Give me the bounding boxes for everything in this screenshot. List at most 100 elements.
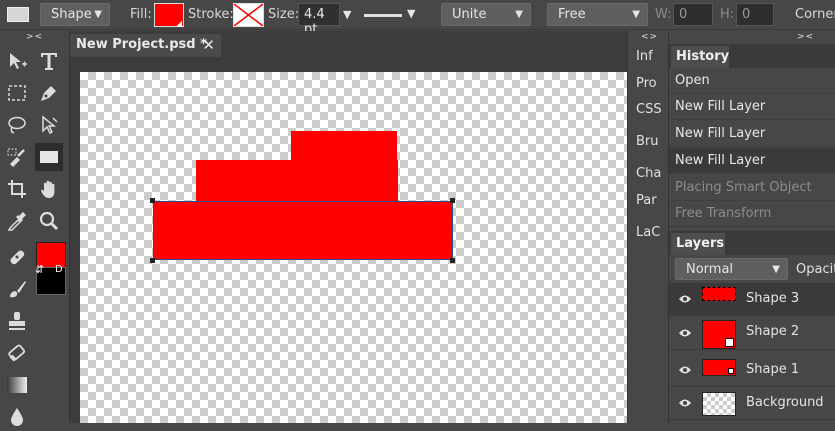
crop-icon: [8, 180, 26, 198]
size-dropdown-icon[interactable]: ▼: [343, 8, 351, 21]
transform-handle[interactable]: [150, 198, 155, 203]
eyedropper-tool[interactable]: [3, 207, 31, 235]
blend-mode-value: Normal: [686, 262, 734, 277]
layer-row-shape-2[interactable]: Shape 2: [669, 317, 835, 350]
history-item[interactable]: Placing Smart Object: [669, 175, 835, 201]
panel-info-button[interactable]: Inf: [636, 49, 653, 64]
blur-tool[interactable]: [3, 403, 31, 431]
type-tool[interactable]: [35, 47, 63, 75]
history-item[interactable]: Open: [669, 68, 835, 94]
swap-colors-icon[interactable]: ⇵: [35, 263, 44, 276]
transform-handle[interactable]: [450, 198, 455, 203]
width-input[interactable]: 0: [673, 3, 713, 26]
chevron-down-icon: ▼: [515, 9, 523, 20]
eye-icon[interactable]: [678, 398, 692, 408]
bandage-icon: [10, 250, 25, 265]
chevron-down-icon: ▼: [632, 9, 640, 20]
pen-tool[interactable]: [35, 79, 63, 107]
height-input[interactable]: 0: [736, 3, 774, 26]
panel-layer-comps-button[interactable]: LaC: [636, 225, 660, 240]
workspace: [70, 57, 627, 423]
stroke-line-preview: [364, 14, 402, 17]
panel-brush-button[interactable]: Bru: [636, 134, 659, 149]
chevron-down-icon: ▼: [407, 7, 416, 20]
panel-css-button[interactable]: CSS: [636, 102, 662, 117]
stroke-style-select[interactable]: ▼: [362, 4, 422, 26]
collapsed-panel-column: <> Inf Pro CSS Bru Cha Par LaC: [627, 31, 669, 423]
history-tab[interactable]: History: [671, 46, 729, 68]
zoom-tool[interactable]: [35, 207, 63, 235]
direct-select-tool[interactable]: [35, 111, 63, 139]
canvas[interactable]: [80, 72, 627, 423]
layer-name: Shape 3: [746, 291, 800, 306]
smart-object-icon: [728, 368, 734, 374]
layers-panel-header: Layers: [669, 231, 835, 255]
brush-icon: [10, 281, 26, 298]
tool-mode-select[interactable]: Shape ▼: [40, 3, 110, 26]
tool-mode-value: Shape: [51, 7, 92, 22]
no-stroke-icon: [234, 4, 263, 26]
brush-tool[interactable]: [3, 275, 31, 303]
close-icon[interactable]: ✕: [202, 36, 215, 54]
combine-mode-select[interactable]: Unite ▼: [441, 3, 531, 26]
transform-handle[interactable]: [450, 258, 455, 263]
blend-mode-select[interactable]: Normal ▼: [675, 258, 788, 280]
size-input[interactable]: 4.4 pt: [298, 3, 340, 37]
lasso-tool[interactable]: [3, 111, 31, 139]
layer-thumbnail: [702, 287, 736, 301]
direct-select-arrow-icon: [42, 115, 58, 135]
chevron-down-icon: ▼: [94, 9, 102, 20]
shape-3-rect[interactable]: [153, 201, 453, 260]
marquee-tool[interactable]: [3, 79, 31, 107]
gradient-icon: [7, 377, 27, 393]
shape-1-rect[interactable]: [196, 160, 398, 202]
right-panel-collapse-toggle[interactable]: ><: [797, 32, 814, 42]
opacity-label: Opacit: [796, 262, 835, 277]
history-item-current[interactable]: New Fill Layer: [669, 148, 835, 174]
history-item[interactable]: New Fill Layer: [669, 121, 835, 147]
transform-handle[interactable]: [150, 258, 155, 263]
move-tool[interactable]: [3, 47, 31, 75]
hand-tool[interactable]: [35, 175, 63, 203]
gradient-tool[interactable]: [3, 371, 31, 399]
history-item[interactable]: New Fill Layer: [669, 94, 835, 120]
constraint-select[interactable]: Free ▼: [547, 3, 648, 26]
eye-icon[interactable]: [678, 328, 692, 338]
healing-tool[interactable]: [3, 243, 31, 271]
layer-name: Background: [746, 395, 824, 410]
document-tab-bar: New Project.psd * ✕: [70, 31, 627, 57]
panel-paragraph-button[interactable]: Par: [636, 193, 657, 208]
lasso-icon: [8, 116, 26, 134]
fill-color-swatch[interactable]: ◢: [154, 3, 184, 28]
panel-expand-toggle[interactable]: <>: [641, 32, 658, 42]
fill-label: Fill:: [130, 7, 152, 22]
layer-row-background[interactable]: Background: [669, 387, 835, 420]
toolbox-collapse-toggle[interactable]: ><: [26, 32, 43, 42]
right-panels: >< History Open New Fill Layer New Fill …: [669, 31, 835, 423]
smart-object-icon: [725, 338, 734, 347]
quick-select-brush-icon: [7, 148, 25, 167]
layers-tab[interactable]: Layers: [671, 233, 725, 255]
eraser-tool[interactable]: [3, 339, 31, 367]
panel-character-button[interactable]: Cha: [636, 166, 661, 181]
clone-stamp-tool[interactable]: [3, 307, 31, 335]
history-item[interactable]: Free Transform: [669, 201, 835, 227]
stroke-color-swatch[interactable]: [233, 3, 264, 27]
eye-icon[interactable]: [678, 294, 692, 304]
history-panel-header: History: [669, 44, 835, 68]
default-colors-icon[interactable]: D: [55, 264, 63, 275]
size-label: Size:: [268, 7, 300, 22]
document-tab[interactable]: New Project.psd * ✕: [70, 34, 221, 57]
height-label: H:: [720, 7, 735, 22]
shape-tool-icon[interactable]: [7, 7, 29, 22]
shape-tool[interactable]: [35, 143, 63, 171]
quick-select-tool[interactable]: [3, 143, 31, 171]
layer-row-shape-1[interactable]: Shape 1: [669, 354, 835, 387]
panel-properties-button[interactable]: Pro: [636, 76, 657, 91]
crop-tool[interactable]: [3, 175, 31, 203]
magnifier-icon: [39, 211, 59, 231]
shape-2-rect[interactable]: [291, 131, 397, 162]
eye-icon[interactable]: [678, 365, 692, 375]
stroke-label: Stroke:: [188, 7, 234, 22]
layer-row-shape-3[interactable]: Shape 3: [669, 283, 835, 316]
